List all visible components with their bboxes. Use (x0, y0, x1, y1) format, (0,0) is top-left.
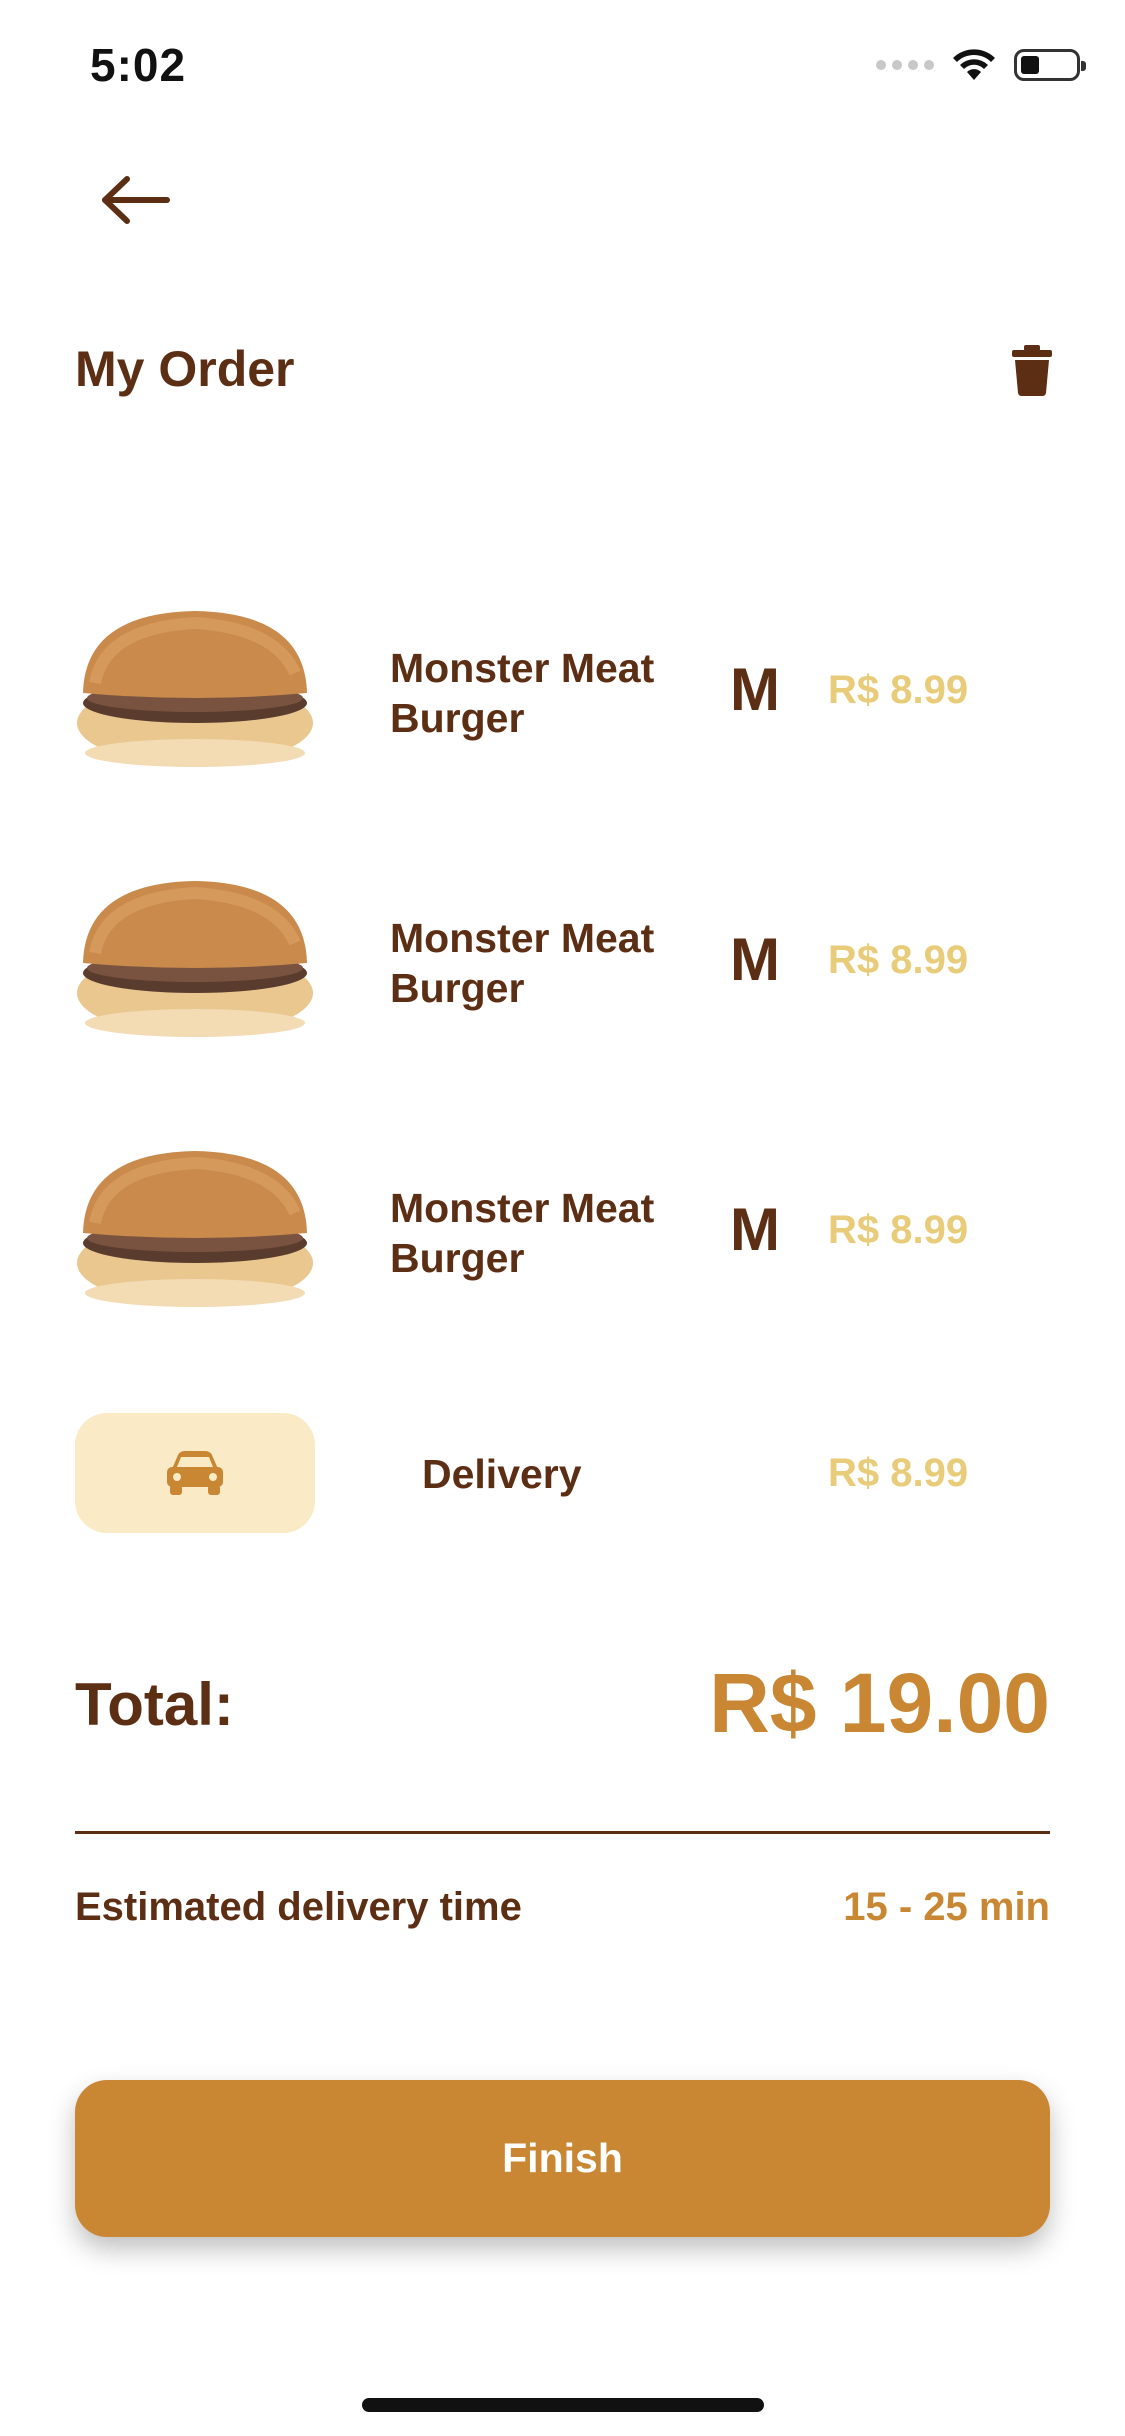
eta-label: Estimated delivery time (75, 1885, 522, 1929)
item-name: Monster Meat Burger (390, 645, 655, 741)
order-item[interactable]: Monster Meat Burger M R$ 8.99 (75, 603, 1050, 773)
item-price: R$ 8.99 (828, 1208, 969, 1252)
car-icon (167, 1451, 223, 1495)
clear-order-button[interactable] (1010, 343, 1054, 397)
order-screen: 5:02 My Order Monster Meat Burger M R$ 8… (0, 0, 1125, 2436)
wifi-icon (953, 49, 995, 80)
status-bar: 5:02 (0, 0, 1125, 140)
delivery-row: Delivery R$ 8.99 (75, 1413, 1050, 1533)
item-size: M (730, 1196, 780, 1263)
item-name: Monster Meat Burger (390, 1185, 655, 1281)
trash-icon (1012, 345, 1052, 397)
delivery-chip (75, 1413, 315, 1533)
divider (75, 1831, 1050, 1834)
status-icons (876, 48, 1086, 82)
item-name: Monster Meat Burger (390, 915, 655, 1011)
eta-value: 15 - 25 min (843, 1885, 1050, 1929)
total-label: Total: (75, 1671, 234, 1738)
burger-image (77, 1151, 313, 1307)
signal-icon (876, 60, 934, 70)
order-item[interactable]: Monster Meat Burger M R$ 8.99 (75, 1143, 1050, 1313)
finish-button[interactable]: Finish (75, 2080, 1050, 2237)
status-time: 5:02 (90, 39, 187, 91)
item-size: M (730, 656, 780, 723)
burger-image (77, 881, 313, 1037)
delivery-label: Delivery (422, 1451, 582, 1497)
home-indicator[interactable] (362, 2398, 764, 2412)
item-size: M (730, 926, 780, 993)
item-price: R$ 8.99 (828, 668, 969, 712)
back-button[interactable] (95, 165, 175, 235)
page-title: My Order (75, 341, 295, 397)
item-price: R$ 8.99 (828, 938, 969, 982)
arrow-left-icon (102, 176, 170, 224)
total-value: R$ 19.00 (709, 1656, 1050, 1750)
burger-image (77, 611, 313, 767)
delivery-price: R$ 8.99 (828, 1451, 969, 1495)
order-item[interactable]: Monster Meat Burger M R$ 8.99 (75, 873, 1050, 1043)
battery-icon (1014, 49, 1086, 81)
